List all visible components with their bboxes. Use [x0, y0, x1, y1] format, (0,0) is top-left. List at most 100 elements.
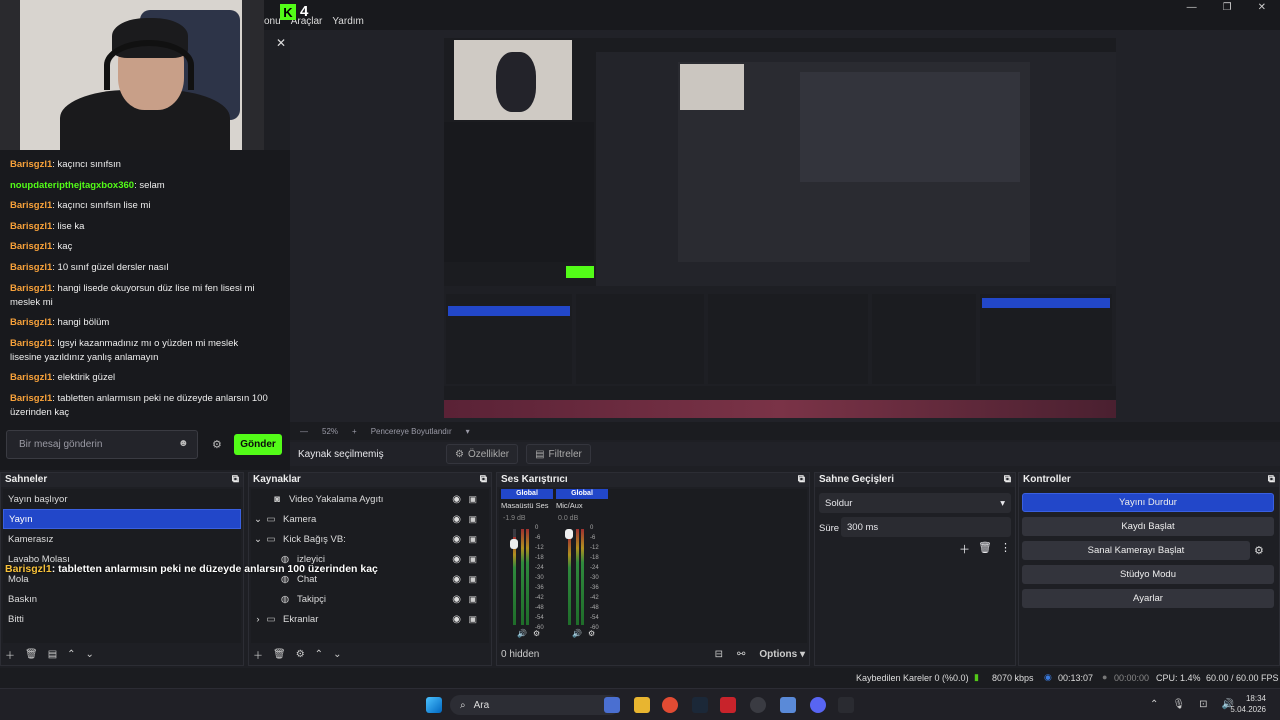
zoom-out-icon[interactable]: — [300, 427, 308, 436]
options-button[interactable]: Options ▾ [759, 649, 805, 660]
more-icon[interactable]: ⋮ [1000, 541, 1011, 557]
mic-icon[interactable]: 🎙 [1172, 699, 1185, 710]
dock-undock-icon[interactable]: ⧉ [1004, 474, 1011, 486]
mute-icon[interactable]: 🔊 [572, 629, 582, 638]
add-icon[interactable]: ＋ [959, 541, 970, 557]
scene-item[interactable]: Kamerasız [3, 529, 241, 549]
chat-username[interactable]: Barisgzl1 [10, 372, 52, 383]
source-item[interactable]: › ▭ Ekranlar ◉ ▣ [251, 609, 489, 629]
transition-select[interactable]: Soldur ▾ [819, 493, 1011, 513]
source-item[interactable]: ◙ Video Yakalama Aygıtı ◉ ▣ [251, 489, 489, 509]
channel-name[interactable]: Masaüstü Ses [501, 501, 555, 510]
eye-icon[interactable]: ◉ [452, 594, 461, 605]
stop-streaming-button[interactable]: Yayını Durdur [1022, 493, 1274, 512]
settings-button[interactable]: Ayarlar [1022, 589, 1274, 608]
lock-icon[interactable]: ▣ [468, 514, 477, 525]
menu-item-help[interactable]: Yardım [332, 16, 364, 27]
arrow-down-icon[interactable]: ⌄ [86, 649, 94, 660]
volume-slider[interactable] [565, 529, 573, 539]
steam-icon[interactable] [692, 697, 708, 713]
chevron-up-icon[interactable]: ⌃ [1150, 699, 1158, 710]
start-virtual-camera-button[interactable]: Sanal Kamerayı Başlat [1022, 541, 1250, 560]
app-icon[interactable] [720, 697, 736, 713]
add-icon[interactable]: ＋ [253, 647, 263, 662]
network-icon[interactable]: ⊡ [1199, 699, 1207, 710]
studio-mode-button[interactable]: Stüdyo Modu [1022, 565, 1274, 584]
eye-icon[interactable]: ◉ [452, 514, 461, 525]
arrow-up-icon[interactable]: ⌃ [315, 649, 323, 660]
emoji-icon[interactable]: ☻ [178, 438, 189, 449]
channel-name[interactable]: Mic/Aux [556, 501, 610, 510]
minimize-icon[interactable]: — [1187, 2, 1197, 13]
zoom-mode[interactable]: Pencereye Boyutlandır [371, 427, 452, 436]
trash-icon[interactable]: 🗑 [273, 649, 286, 660]
source-item[interactable]: ⌄ ▭ Kamera ◉ ▣ [251, 509, 489, 529]
dock-undock-icon[interactable]: ⧉ [1268, 474, 1275, 486]
eye-icon[interactable]: ◉ [452, 494, 461, 505]
eye-icon[interactable]: ◉ [452, 614, 461, 625]
dock-undock-icon[interactable]: ⧉ [480, 474, 487, 486]
chat-username[interactable]: Barisgzl1 [10, 283, 52, 294]
eye-icon[interactable]: ◉ [452, 574, 461, 585]
scene-item[interactable]: Yayın [3, 509, 241, 529]
chrome-icon[interactable] [662, 697, 678, 713]
scene-item[interactable]: Yayın başlıyor [3, 489, 241, 509]
arrow-down-icon[interactable]: ⌄ [333, 649, 341, 660]
chat-username[interactable]: Barisgzl1 [10, 262, 52, 273]
menu-item-tools-partial[interactable]: onu [264, 16, 281, 27]
dock-undock-icon[interactable]: ⧉ [232, 474, 239, 486]
app-icon[interactable] [838, 697, 854, 713]
zoom-in-icon[interactable]: + [352, 427, 357, 436]
chevron-icon[interactable]: ⌄ [251, 514, 265, 525]
chat-close-icon[interactable]: ✕ [276, 36, 286, 50]
chevron-down-icon[interactable]: ▾ [466, 427, 470, 436]
chat-username[interactable]: Barisgzl1 [10, 221, 52, 232]
eye-icon[interactable]: ◉ [452, 534, 461, 545]
file-explorer-icon[interactable] [634, 697, 650, 713]
chat-username[interactable]: Barisgzl1 [10, 338, 52, 349]
mute-icon[interactable]: 🔊 [517, 629, 527, 638]
lock-icon[interactable]: ▣ [468, 534, 477, 545]
gear-icon[interactable]: ⚙ [296, 649, 305, 660]
trash-icon[interactable]: 🗑 [25, 649, 38, 660]
source-item[interactable]: ◍ Takipçi ◉ ▣ [251, 589, 489, 609]
taskbar-search[interactable]: ⌕ Ara [450, 695, 620, 715]
start-recording-button[interactable]: Kaydı Başlat [1022, 517, 1274, 536]
filter-icon[interactable]: ▤ [48, 649, 57, 660]
chat-username[interactable]: noupdateripthejtagxbox360 [10, 180, 134, 191]
send-button[interactable]: Gönder [234, 434, 282, 455]
chat-input[interactable]: Bir mesaj gönderin [6, 430, 198, 459]
source-item[interactable]: ⌄ ▭ Kick Bağış VB: ◉ ▣ [251, 529, 489, 549]
link-icon[interactable]: ⚯ [737, 649, 745, 660]
channel-settings-icon[interactable]: ⚙ [533, 629, 540, 638]
layout-icon[interactable]: ⊟ [715, 649, 723, 660]
lock-icon[interactable]: ▣ [468, 574, 477, 585]
filters-button[interactable]: ▤ Filtreler [526, 444, 591, 464]
obs-icon[interactable] [750, 697, 766, 713]
lock-icon[interactable]: ▣ [468, 614, 477, 625]
chat-username[interactable]: Barisgzl1 [10, 317, 52, 328]
dock-undock-icon[interactable]: ⧉ [798, 474, 805, 486]
eye-icon[interactable]: ◉ [452, 554, 461, 565]
task-view-icon[interactable] [604, 697, 620, 713]
chevron-icon[interactable]: › [251, 614, 265, 625]
duration-input[interactable]: 300 ms [841, 517, 1011, 537]
app-icon[interactable] [780, 697, 796, 713]
lock-icon[interactable]: ▣ [468, 554, 477, 565]
scene-item[interactable]: Bitti [3, 609, 241, 629]
channel-settings-icon[interactable]: ⚙ [588, 629, 595, 638]
chat-username[interactable]: Barisgzl1 [10, 393, 52, 404]
chat-username[interactable]: Barisgzl1 [10, 159, 52, 170]
trash-icon[interactable]: 🗑 [978, 541, 992, 557]
add-icon[interactable]: ＋ [5, 647, 15, 662]
volume-slider[interactable] [510, 539, 518, 549]
arrow-up-icon[interactable]: ⌃ [67, 649, 75, 660]
lock-icon[interactable]: ▣ [468, 594, 477, 605]
chat-username[interactable]: Barisgzl1 [10, 241, 52, 252]
close-icon[interactable]: ✕ [1258, 2, 1266, 13]
chat-settings-icon[interactable]: ⚙ [212, 438, 222, 451]
lock-icon[interactable]: ▣ [468, 494, 477, 505]
windows-start-icon[interactable] [426, 697, 442, 713]
discord-icon[interactable] [810, 697, 826, 713]
chat-username[interactable]: Barisgzl1 [10, 200, 52, 211]
